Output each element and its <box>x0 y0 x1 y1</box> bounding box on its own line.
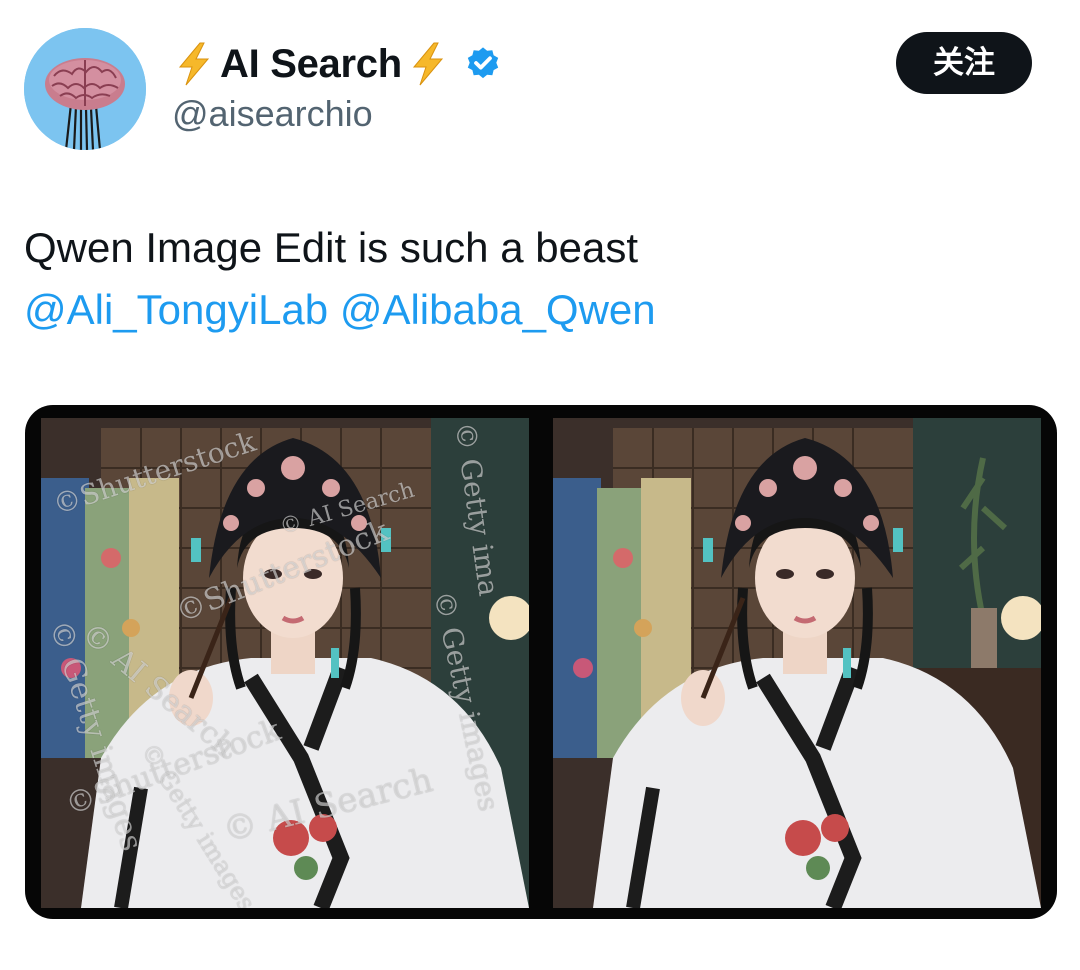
media-image-after[interactable] <box>553 418 1041 908</box>
display-name: AI Search <box>220 42 402 86</box>
tweet-mentions: @Ali_TongyiLab @Alibaba_Qwen <box>24 284 1054 336</box>
follow-button[interactable]: 关注 <box>896 32 1032 94</box>
tweet-header: AI Search @aisearchio 关注 <box>0 0 1080 170</box>
avatar[interactable] <box>24 28 146 150</box>
mention-link[interactable]: @Ali_TongyiLab <box>24 286 328 333</box>
tweet-body: Qwen Image Edit is such a beast <box>24 224 638 271</box>
lightning-bolt-icon <box>178 42 210 86</box>
display-name-row[interactable]: AI Search <box>174 38 502 90</box>
user-handle[interactable]: @aisearchio <box>172 92 373 136</box>
lightning-bolt-icon <box>412 42 443 86</box>
portrait-photo <box>553 418 1041 908</box>
tweet-text: Qwen Image Edit is such a beast @Ali_Ton… <box>24 222 1054 336</box>
tweet-media[interactable]: ©Shutterstock © AI Search ©Shutterstock … <box>25 405 1057 919</box>
verified-badge-icon <box>467 47 499 79</box>
portrait-photo <box>41 418 529 908</box>
media-image-before[interactable]: ©Shutterstock © AI Search ©Shutterstock … <box>41 418 529 908</box>
mention-link[interactable]: @Alibaba_Qwen <box>340 286 656 333</box>
brain-icon <box>24 28 146 150</box>
